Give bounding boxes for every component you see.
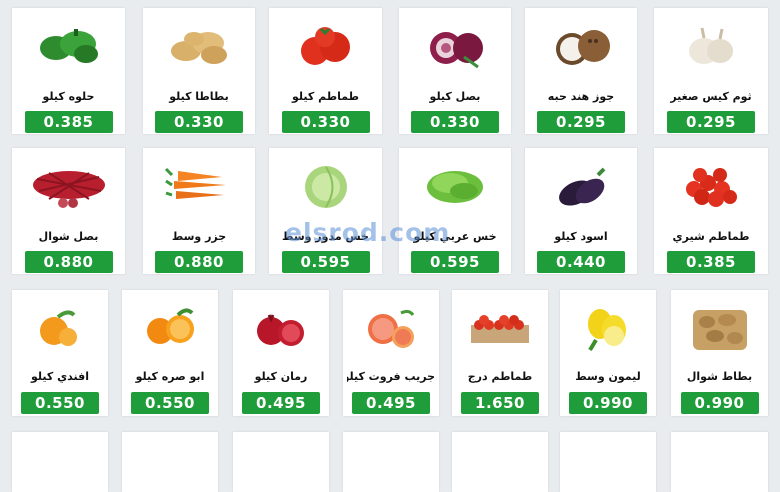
product-card[interactable]: بطاطا كيلو 0.330	[143, 8, 255, 134]
product-card[interactable]: ابو صره كيلو 0.550	[122, 290, 218, 416]
product-name: افندي كيلو	[30, 370, 89, 383]
product-name: ليمون وسط	[575, 370, 641, 383]
price-badge: 1.650	[461, 392, 539, 414]
product-card[interactable]	[671, 432, 768, 492]
product-name: طماطم كيلو	[292, 90, 359, 103]
lemon-icon	[560, 298, 656, 358]
product-card[interactable]: افندي كيلو 0.550	[12, 290, 108, 416]
price-badge: 0.880	[24, 251, 113, 273]
product-card[interactable]	[343, 432, 439, 492]
product-card[interactable]	[122, 432, 218, 492]
grapefruit-icon	[343, 298, 439, 358]
eggplant-icon	[525, 156, 637, 216]
product-name: جوز هند حبه	[547, 90, 615, 103]
cherry-tomato-icon	[654, 156, 768, 216]
price-badge: 0.595	[411, 251, 499, 273]
product-card[interactable]: ثوم كيس صغير 0.295	[654, 8, 768, 134]
product-card[interactable]	[233, 432, 329, 492]
tomato-icon	[269, 16, 382, 76]
tangerine-icon	[12, 298, 108, 358]
product-card[interactable]: حلوه كيلو 0.385	[12, 8, 125, 134]
price-badge: 0.550	[21, 392, 99, 414]
tomato-crate-icon	[452, 298, 548, 358]
product-card[interactable]: طماطم درج 1.650	[452, 290, 548, 416]
product-card[interactable]: طماطم كيلو 0.330	[269, 8, 382, 134]
price-badge: 0.295	[667, 111, 755, 133]
price-badge: 0.330	[155, 111, 243, 133]
product-card[interactable]: جريب فروت كيلو 0.495	[343, 290, 439, 416]
product-name: ابو صره كيلو	[135, 370, 205, 383]
product-card[interactable]: جوز هند حبه 0.295	[525, 8, 637, 134]
product-card[interactable]: خس عربي كيلو 0.595	[399, 148, 511, 274]
product-name: بصل كيلو	[429, 90, 481, 103]
product-name: بصل شوال	[38, 230, 99, 243]
potato-icon	[143, 16, 255, 76]
lettuce-icon	[399, 156, 511, 216]
product-card[interactable]: ليمون وسط 0.990	[560, 290, 656, 416]
price-badge: 0.295	[537, 111, 625, 133]
product-card[interactable]	[12, 432, 108, 492]
product-card[interactable]: بصل شوال 0.880	[12, 148, 125, 274]
product-name: طماطم شيري	[672, 230, 750, 243]
price-badge: 0.595	[281, 251, 370, 273]
carrot-icon	[143, 156, 255, 216]
product-card[interactable]: خس مدور وسط 0.595	[269, 148, 382, 274]
price-badge: 0.495	[352, 392, 430, 414]
product-card[interactable]	[560, 432, 656, 492]
green-pepper-icon	[12, 16, 125, 76]
product-card[interactable]: بطاط شوال 0.990	[671, 290, 768, 416]
watermark-text: elsrod.com	[285, 218, 451, 247]
onion-sack-icon	[12, 156, 125, 216]
price-badge: 0.330	[281, 111, 370, 133]
garlic-icon	[654, 16, 768, 76]
product-name: اسود كيلو	[554, 230, 608, 243]
product-card[interactable]	[452, 432, 548, 492]
product-name: ثوم كيس صغير	[670, 90, 752, 103]
price-badge: 0.440	[537, 251, 625, 273]
coconut-icon	[525, 16, 637, 76]
product-name: طماطم درج	[467, 370, 533, 383]
potato-sack-icon	[671, 298, 768, 358]
product-name: بطاطا كيلو	[169, 90, 229, 103]
product-name: جريب فروت كيلو	[347, 370, 435, 383]
price-badge: 0.880	[155, 251, 243, 273]
cabbage-icon	[269, 156, 382, 216]
product-name: رمان كيلو	[254, 370, 308, 383]
price-badge: 0.550	[131, 392, 209, 414]
price-badge: 0.990	[569, 392, 647, 414]
pomegranate-icon	[233, 298, 329, 358]
product-name: جزر وسط	[171, 230, 227, 243]
price-badge: 0.385	[24, 111, 113, 133]
price-badge: 0.495	[242, 392, 320, 414]
product-card[interactable]: رمان كيلو 0.495	[233, 290, 329, 416]
orange-icon	[122, 298, 218, 358]
red-onion-icon	[399, 16, 511, 76]
price-badge: 0.990	[680, 392, 759, 414]
product-card[interactable]: اسود كيلو 0.440	[525, 148, 637, 274]
product-name: بطاط شوال	[686, 370, 753, 383]
product-card[interactable]: بصل كيلو 0.330	[399, 8, 511, 134]
product-name: حلوه كيلو	[42, 90, 95, 103]
product-card[interactable]: جزر وسط 0.880	[143, 148, 255, 274]
price-badge: 0.330	[411, 111, 499, 133]
product-card[interactable]: طماطم شيري 0.385	[654, 148, 768, 274]
price-badge: 0.385	[667, 251, 755, 273]
